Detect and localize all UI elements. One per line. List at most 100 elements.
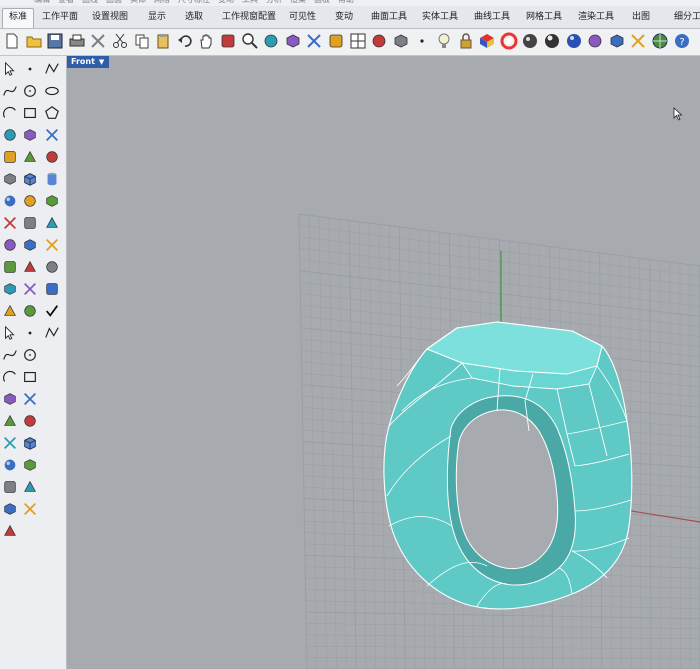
lock-icon[interactable]	[456, 31, 476, 51]
tab-5[interactable]: 工作视窗配置	[222, 9, 276, 26]
menu-item[interactable]: 查看	[58, 0, 74, 5]
layer-icon[interactable]	[1, 302, 19, 320]
text-icon[interactable]	[1, 280, 19, 298]
scale-icon[interactable]	[1, 236, 19, 254]
tab-6[interactable]: 可见性	[289, 9, 316, 26]
ring-model[interactable]	[383, 321, 633, 610]
new-file-icon[interactable]	[2, 31, 22, 51]
check-icon[interactable]	[43, 302, 61, 320]
join-icon[interactable]	[1, 258, 19, 276]
move-icon[interactable]	[21, 214, 39, 232]
tab-13[interactable]: 出图	[632, 9, 650, 26]
cut-icon[interactable]	[110, 31, 130, 51]
menu-item[interactable]: 曲面	[106, 0, 122, 5]
rotate-view-icon[interactable]	[326, 31, 346, 51]
surface-icon[interactable]	[1, 412, 19, 430]
zoom-icon[interactable]	[240, 31, 260, 51]
transform-icon[interactable]	[1, 478, 19, 496]
sphere-icon[interactable]	[1, 192, 19, 210]
car-display-icon[interactable]	[369, 31, 389, 51]
fillet-curve-icon[interactable]	[1, 126, 19, 144]
viewport-scene[interactable]	[67, 56, 700, 669]
loft-icon[interactable]	[1, 170, 19, 188]
menu-item[interactable]: 网格	[154, 0, 170, 5]
mirror-icon[interactable]	[21, 236, 39, 254]
offset-icon[interactable]	[21, 126, 39, 144]
menu-item[interactable]: 工具	[242, 0, 258, 5]
point-icon[interactable]	[21, 60, 39, 78]
viewport-menu-arrow-icon[interactable]: ▼	[99, 56, 104, 68]
tab-12[interactable]: 渲染工具	[578, 9, 614, 26]
fillet-curve-icon[interactable]	[1, 390, 19, 408]
tab-1[interactable]: 工作平面	[42, 9, 78, 26]
select-arrow-icon[interactable]	[1, 60, 19, 78]
extrude-icon[interactable]	[21, 148, 39, 166]
tab-10[interactable]: 曲线工具	[474, 9, 510, 26]
undo-icon[interactable]	[175, 31, 195, 51]
zoom-window-icon[interactable]	[261, 31, 281, 51]
menu-item[interactable]: 实体	[130, 0, 146, 5]
select-arrow-icon[interactable]	[1, 324, 19, 342]
paste-icon[interactable]	[153, 31, 173, 51]
curve-icon[interactable]	[1, 346, 19, 364]
gear-settings-icon[interactable]	[607, 31, 627, 51]
explode-icon[interactable]	[21, 258, 39, 276]
zoom-selected-icon[interactable]	[304, 31, 324, 51]
rectangle-icon[interactable]	[21, 368, 39, 386]
scale-icon[interactable]	[1, 500, 19, 518]
four-viewports-icon[interactable]	[348, 31, 368, 51]
circle-icon[interactable]	[21, 346, 39, 364]
mirror-icon[interactable]	[21, 500, 39, 518]
tab-4[interactable]: 选取	[185, 9, 203, 26]
menu-item[interactable]: 尺寸标注	[178, 0, 210, 5]
boolean-icon[interactable]	[21, 192, 39, 210]
copy-icon[interactable]	[132, 31, 152, 51]
tab-3[interactable]: 显示	[148, 9, 166, 26]
surface-icon[interactable]	[1, 148, 19, 166]
tab-2[interactable]: 设置视图	[92, 9, 128, 26]
point-icon[interactable]	[21, 324, 39, 342]
transform-icon[interactable]	[1, 214, 19, 232]
extrude-icon[interactable]	[21, 412, 39, 430]
boolean-icon[interactable]	[21, 456, 39, 474]
polygon-icon[interactable]	[43, 104, 61, 122]
tab-7[interactable]: 变动	[335, 9, 353, 26]
loft-icon[interactable]	[1, 434, 19, 452]
import-icon[interactable]	[88, 31, 108, 51]
open-folder-icon[interactable]	[24, 31, 44, 51]
highlight-icon[interactable]	[585, 31, 605, 51]
properties-icon[interactable]	[21, 302, 39, 320]
cylinder-icon[interactable]	[43, 170, 61, 188]
hatch-icon[interactable]	[43, 280, 61, 298]
tab-14[interactable]: 细分工	[674, 9, 700, 26]
arc-icon[interactable]	[1, 104, 19, 122]
help-icon[interactable]: ?	[672, 31, 692, 51]
blue-sphere-icon[interactable]	[564, 31, 584, 51]
point-icon[interactable]	[412, 31, 432, 51]
save-icon[interactable]	[45, 31, 65, 51]
tab-8[interactable]: 曲面工具	[371, 9, 407, 26]
zoom-extents-icon[interactable]	[283, 31, 303, 51]
tab-0[interactable]: 标准	[2, 8, 35, 28]
grid-snap-icon[interactable]	[391, 31, 411, 51]
sweep-icon[interactable]	[43, 148, 61, 166]
menu-item[interactable]: 帮助	[338, 0, 354, 5]
move-view-icon[interactable]	[218, 31, 238, 51]
front-viewport[interactable]: Front ▼	[67, 56, 700, 669]
offset-icon[interactable]	[21, 390, 39, 408]
dimension-icon[interactable]	[21, 280, 39, 298]
array-icon[interactable]	[43, 236, 61, 254]
print-icon[interactable]	[67, 31, 87, 51]
ellipse-icon[interactable]	[43, 82, 61, 100]
tab-9[interactable]: 实体工具	[422, 9, 458, 26]
menu-item[interactable]: 变动	[218, 0, 234, 5]
rotate-icon[interactable]	[43, 214, 61, 232]
menu-item[interactable]: 渲染	[290, 0, 306, 5]
material-icon[interactable]	[477, 31, 497, 51]
points-on-icon[interactable]	[628, 31, 648, 51]
curve-icon[interactable]	[1, 82, 19, 100]
render-sphere-icon[interactable]	[542, 31, 562, 51]
polyline-icon[interactable]	[43, 60, 61, 78]
group-icon[interactable]	[43, 258, 61, 276]
sphere-icon[interactable]	[1, 456, 19, 474]
